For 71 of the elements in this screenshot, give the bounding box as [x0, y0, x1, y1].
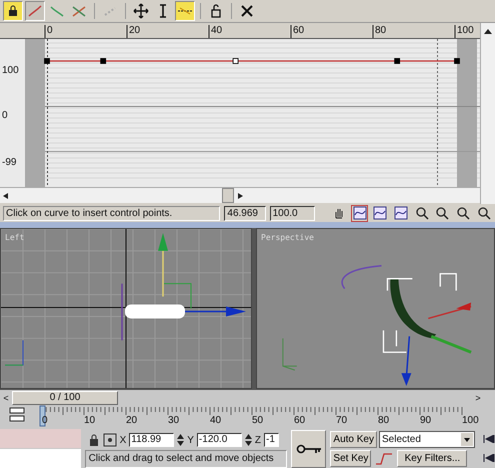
key-icon — [296, 444, 322, 454]
zoom-icon — [476, 206, 491, 220]
frame-number: 20 — [126, 415, 138, 427]
value-label: -99 — [2, 157, 16, 169]
rising-curve-icon — [27, 3, 43, 19]
frame-label: 20 — [129, 25, 140, 37]
frame-label: 40 — [211, 25, 222, 37]
frame-label: 60 — [293, 25, 304, 37]
view-button[interactable] — [434, 204, 451, 222]
curve-frame-icon — [394, 206, 408, 220]
scrollbar-thumb[interactable] — [222, 188, 234, 203]
track-bar[interactable] — [40, 406, 462, 426]
view-button[interactable] — [351, 204, 368, 222]
key-mode-button[interactable] — [291, 430, 326, 468]
view-button[interactable] — [372, 204, 389, 222]
go-to-start-icon[interactable] — [483, 435, 495, 443]
tool-button[interactable] — [3, 1, 23, 21]
frame-number: 30 — [168, 415, 180, 427]
frame-number: 50 — [252, 415, 264, 427]
z-label: Z — [254, 434, 262, 446]
frame-label: 100 — [457, 25, 474, 37]
x-label: X — [120, 434, 126, 446]
lock-icon[interactable] — [88, 433, 100, 447]
move-icon — [133, 3, 149, 19]
zoom-icon — [456, 206, 470, 220]
zoom-icon — [414, 206, 429, 220]
key-mode-dropdown[interactable]: Selected — [379, 431, 475, 448]
next-frame-button[interactable]: > — [472, 392, 484, 402]
zoom-icon — [435, 206, 450, 220]
set-key-button[interactable]: Set Key — [330, 450, 372, 467]
y-label: Y — [187, 434, 194, 446]
frame-field[interactable]: 46.969 — [224, 206, 266, 220]
frame-number: 90 — [420, 415, 432, 427]
key-filters-button[interactable]: Key Filters... — [397, 450, 468, 467]
filter-icon[interactable] — [10, 408, 24, 422]
value-label: 0 — [2, 110, 8, 122]
close-icon — [239, 3, 255, 19]
z-coordinate-field[interactable]: -1 — [264, 433, 280, 447]
previous-frame-button[interactable]: < — [0, 392, 12, 402]
x-coordinate-field[interactable]: 118.99 — [129, 433, 174, 447]
status-prompt: Click on curve to insert control points. — [3, 206, 220, 220]
frame-number: 80 — [378, 415, 390, 427]
curve-frame-icon — [373, 206, 388, 220]
frame-number: 100 — [462, 415, 479, 427]
value-label: 100 — [2, 65, 19, 77]
macro-recorder-field[interactable] — [0, 429, 81, 448]
frame-number: 0 — [42, 415, 48, 427]
vertical-scrollbar[interactable] — [480, 23, 495, 204]
frame-label: 0 — [47, 25, 53, 37]
listener-field[interactable] — [0, 449, 81, 468]
spinner-icon[interactable] — [177, 434, 184, 446]
value-field[interactable]: 100.0 — [270, 206, 315, 220]
y-coordinate-field[interactable]: -120.0 — [196, 433, 242, 447]
snap-icon[interactable] — [102, 433, 117, 447]
auto-key-button[interactable]: Auto Key — [330, 431, 377, 448]
tool-button[interactable] — [131, 1, 151, 21]
frame-number: 70 — [336, 415, 348, 427]
function-curve[interactable] — [44, 58, 460, 64]
tool-button[interactable] — [175, 1, 195, 21]
view-button[interactable] — [454, 204, 472, 222]
view-button[interactable] — [392, 204, 410, 222]
curve-frame-icon — [352, 206, 367, 220]
frame-number: 60 — [294, 415, 306, 427]
previous-key-icon[interactable] — [483, 454, 495, 462]
frame-number: 10 — [84, 415, 96, 427]
spinner-icon[interactable] — [244, 434, 252, 446]
frame-label: 80 — [375, 25, 386, 37]
time-slider-thumb[interactable]: 0 / 100 — [12, 390, 118, 404]
scroll-up-icon[interactable] — [482, 27, 494, 37]
horizontal-scrollbar[interactable] — [0, 187, 480, 203]
frame-number: 40 — [210, 415, 222, 427]
